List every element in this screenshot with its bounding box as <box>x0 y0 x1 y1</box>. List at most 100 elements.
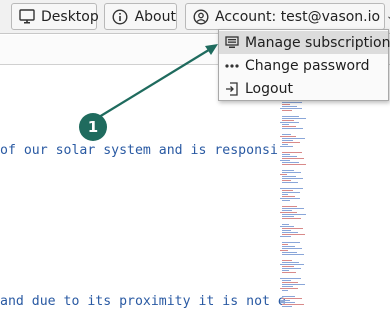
user-icon <box>193 8 209 26</box>
minimap-line <box>280 122 299 123</box>
minimap-line <box>282 126 296 127</box>
minimap-line <box>282 286 293 287</box>
account-dropdown-menu: Manage subscriptions Change password Log… <box>218 29 390 101</box>
minimap-line <box>280 278 301 279</box>
minimap-line <box>280 302 295 303</box>
minimap-line <box>280 226 294 227</box>
minimap-line <box>282 110 292 111</box>
minimap-line <box>280 236 291 237</box>
minimap-line <box>282 298 302 299</box>
minimap-line <box>280 160 290 161</box>
minimap-line <box>282 180 291 181</box>
minimap-line <box>282 194 288 195</box>
minimap-line <box>282 106 297 107</box>
minimap-line <box>282 102 302 103</box>
minimap-line <box>282 242 300 243</box>
about-button[interactable]: About <box>104 3 177 30</box>
minimap-line <box>282 176 296 177</box>
minimap-line <box>282 124 289 125</box>
minimap-line <box>282 272 296 273</box>
minimap-line <box>282 224 289 225</box>
editor-text-line: of our solar system and is responsi <box>0 143 278 158</box>
menu-item-change-password[interactable]: Change password <box>219 54 388 77</box>
minimap-line <box>282 218 301 219</box>
minimap-line <box>282 134 291 135</box>
minimap-line <box>282 268 301 269</box>
info-icon <box>112 8 129 26</box>
minimap-line <box>280 108 302 109</box>
minimap-line <box>282 172 301 173</box>
menu-item-label: Change password <box>245 57 370 74</box>
menu-item-label: Logout <box>245 80 293 97</box>
minimap-line <box>282 118 306 119</box>
subscriptions-icon <box>225 36 239 50</box>
password-dots-icon <box>225 59 239 73</box>
minimap-line <box>282 196 295 197</box>
minimap-line <box>280 198 300 199</box>
minimap-line <box>280 288 298 289</box>
minimap-line <box>282 228 303 229</box>
minimap-line <box>282 254 304 255</box>
annotation-badge: 1 <box>79 113 107 141</box>
menu-item-label: Manage subscriptions <box>245 34 390 51</box>
minimap-line <box>282 140 293 141</box>
minimap-line <box>282 214 306 215</box>
minimap-line <box>282 234 305 235</box>
chevron-down-icon: ⌄ <box>386 11 390 22</box>
about-label: About <box>134 8 176 25</box>
minimap-line <box>282 190 293 191</box>
minimap-line <box>282 304 304 305</box>
minimap-line <box>282 280 291 281</box>
minimap-line <box>282 270 289 271</box>
monitor-icon <box>19 8 35 26</box>
minimap-line <box>282 138 305 139</box>
minimap-line <box>280 136 296 137</box>
minimap-line <box>282 216 294 217</box>
minimap-line <box>280 212 297 213</box>
minimap-line <box>282 164 306 165</box>
minimap-line <box>282 120 294 121</box>
minimap-line <box>282 248 302 249</box>
minimap-line <box>282 116 299 117</box>
minimap-line <box>280 146 293 147</box>
minimap-line <box>282 290 288 291</box>
minimap-line <box>282 260 292 261</box>
minimap-line <box>282 192 300 193</box>
minimap-line <box>282 284 305 285</box>
minimap-line <box>282 300 290 301</box>
minimap-line <box>282 252 297 253</box>
minimap-line <box>282 152 302 153</box>
minimap-line <box>282 262 299 263</box>
menu-item-logout[interactable]: Logout <box>219 77 388 100</box>
minimap-line <box>282 142 300 143</box>
minimap-line <box>282 208 304 209</box>
account-button[interactable]: Account: test@vason.io ⌄ <box>185 3 390 30</box>
minimap-line <box>282 144 288 145</box>
editor-minimap[interactable] <box>280 98 308 311</box>
desktop-button[interactable]: Desktop <box>11 3 99 30</box>
minimap-line <box>282 244 288 245</box>
minimap-line <box>282 178 303 179</box>
minimap-line <box>282 182 298 183</box>
minimap-line <box>282 170 294 171</box>
minimap-line <box>282 296 295 297</box>
logout-icon <box>225 81 239 96</box>
menu-item-manage-subscriptions[interactable]: Manage subscriptions <box>219 31 390 54</box>
editor-text-line: and due to its proximity it is not e <box>0 294 286 309</box>
account-label: Account: test@vason.io <box>215 8 381 25</box>
minimap-line <box>280 174 287 175</box>
minimap-line <box>282 128 303 129</box>
minimap-line <box>280 250 288 251</box>
minimap-line <box>282 306 292 307</box>
minimap-line <box>282 266 294 267</box>
minimap-line <box>282 156 297 157</box>
minimap-line <box>280 264 304 265</box>
minimap-line <box>282 232 298 233</box>
minimap-line <box>282 230 291 231</box>
minimap-line <box>282 158 304 159</box>
minimap-line <box>282 206 297 207</box>
minimap-line <box>282 282 298 283</box>
minimap-line <box>282 246 295 247</box>
minimap-line <box>282 104 290 105</box>
desktop-label: Desktop <box>41 8 99 25</box>
